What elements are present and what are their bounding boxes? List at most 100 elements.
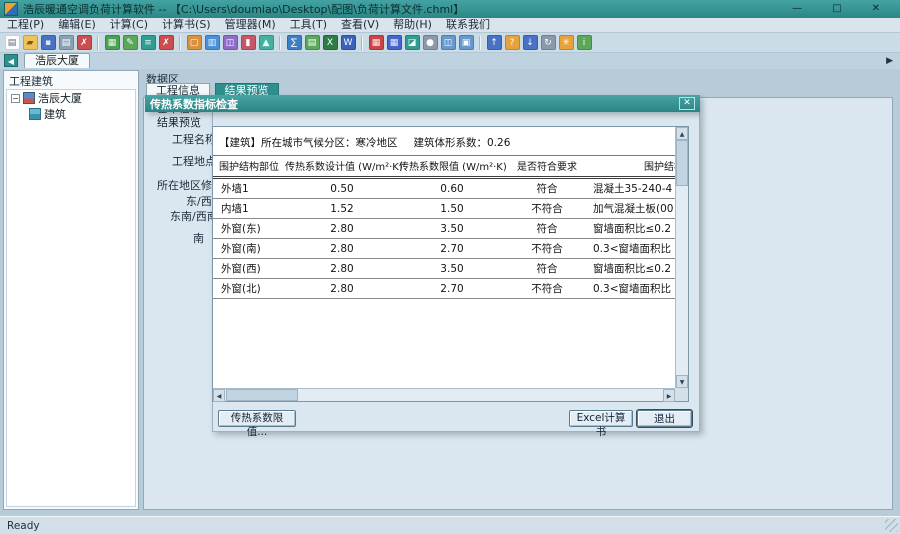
table-cell: 0.60 [399, 178, 505, 199]
table-cell: 符合 [505, 178, 589, 199]
menu-item[interactable]: 工程(P) [0, 18, 51, 32]
tree-node-project[interactable]: − 浩辰大厦 [7, 90, 135, 106]
remove-icon[interactable]: ✗ [159, 35, 174, 50]
window-tile-icon[interactable]: ▣ [459, 35, 474, 50]
structure-icon [29, 108, 41, 120]
tree-node-building[interactable]: 建筑 [7, 106, 135, 122]
tree-node-label: 建筑 [44, 106, 66, 122]
menu-item[interactable]: 计算书(S) [155, 18, 218, 32]
grid-blue-icon[interactable]: ▦ [387, 35, 402, 50]
sun-icon[interactable]: ✳ [559, 35, 574, 50]
door-icon[interactable]: ▮ [241, 35, 256, 50]
heat-coefficient-limit-button[interactable]: 传热系数限值... [218, 410, 296, 427]
scroll-up-icon[interactable]: ▲ [676, 127, 688, 140]
app-icon [4, 2, 18, 16]
table-cell: 1.50 [399, 199, 505, 219]
table-cell: 窗墙面积比≤0.2 [589, 219, 675, 239]
table-cell: 不符合 [505, 199, 589, 219]
calc-icon[interactable]: ≡ [141, 35, 156, 50]
report-icon[interactable]: ▤ [305, 35, 320, 50]
chart-icon[interactable]: ◪ [405, 35, 420, 50]
resize-grip[interactable] [885, 519, 898, 532]
help-icon[interactable]: ? [505, 35, 520, 50]
table-row[interactable]: 外窗(南)2.802.70不符合0.3<窗墙面积比 [213, 239, 675, 259]
table-cell: 外窗(南) [213, 239, 285, 259]
dialog-close-icon[interactable]: ✕ [679, 97, 695, 110]
excel-report-button[interactable]: Excel计算书 [569, 410, 633, 427]
document-tab[interactable]: 浩辰大厦 [24, 53, 90, 68]
save-icon[interactable]: ▪ [41, 35, 56, 50]
word-icon[interactable]: W [341, 35, 356, 50]
menu-item[interactable]: 计算(C) [103, 18, 155, 32]
edit-icon[interactable]: ✎ [123, 35, 138, 50]
building-manage-icon[interactable]: ▦ [105, 35, 120, 50]
table-cell: 2.70 [399, 239, 505, 259]
load-calc-icon[interactable]: ∑ [287, 35, 302, 50]
menu-item[interactable]: 工具(T) [283, 18, 334, 32]
scroll-down-icon[interactable]: ▼ [676, 375, 688, 388]
toolbar-separator [97, 36, 99, 50]
table-header-row: 围护结构部位传热系数设计值 (W/m²·K)传热系数限值 (W/m²·K)是否符… [213, 156, 675, 178]
vertical-scrollbar[interactable]: ▲ ▼ [675, 127, 688, 388]
table-cell: 0.3<窗墙面积比 [589, 279, 675, 299]
info-icon[interactable]: i [577, 35, 592, 50]
scroll-left-icon[interactable]: ◀ [213, 389, 225, 402]
down-icon[interactable]: ↓ [523, 35, 538, 50]
window-title: 浩辰暖通空调负荷计算软件 -- 【C:\Users\doumiao\Deskto… [23, 1, 464, 17]
table-cell: 内墙1 [213, 199, 285, 219]
collapse-sidebar-icon[interactable]: ◀ [4, 54, 18, 67]
table-header-cell: 传热系数设计值 (W/m²·K) [285, 156, 399, 178]
toolbar-separator [361, 36, 363, 50]
table-cell: 3.50 [399, 259, 505, 279]
table-cell: 不符合 [505, 279, 589, 299]
window-icon[interactable]: ◫ [223, 35, 238, 50]
roof-icon[interactable]: ▲ [259, 35, 274, 50]
wall-icon[interactable]: ▥ [205, 35, 220, 50]
tab-overflow-icon[interactable]: ▶ [886, 56, 893, 66]
room-icon[interactable]: ▢ [187, 35, 202, 50]
table-row[interactable]: 外窗(北)2.802.70不符合0.3<窗墙面积比 [213, 279, 675, 299]
form-label: 东南/西南 [170, 208, 218, 224]
settings-icon[interactable]: ● [423, 35, 438, 50]
minimize-icon[interactable]: — [792, 1, 802, 17]
status-text: Ready [0, 520, 40, 532]
excel-icon[interactable]: X [323, 35, 338, 50]
table-cell: 外窗(北) [213, 279, 285, 299]
close-icon[interactable]: ✕ [872, 1, 880, 17]
menu-item[interactable]: 编辑(E) [51, 18, 103, 32]
menu-item[interactable]: 管理器(M) [218, 18, 283, 32]
title-bar[interactable]: 浩辰暖通空调负荷计算软件 -- 【C:\Users\doumiao\Deskto… [0, 0, 900, 18]
window-cascade-icon[interactable]: ◫ [441, 35, 456, 50]
dialog-title-bar[interactable]: 传热系数指标检查 ✕ [145, 95, 700, 112]
table-row[interactable]: 外窗(西)2.803.50符合窗墙面积比≤0.2 [213, 259, 675, 279]
toolbar-separator [279, 36, 281, 50]
form-label: 东/西 [186, 193, 212, 209]
menu-item[interactable]: 查看(V) [334, 18, 386, 32]
new-file-icon[interactable]: ▤ [5, 35, 20, 50]
table-row[interactable]: 外墙10.500.60符合混凝土35-240-4 [213, 178, 675, 199]
exit-button[interactable]: 退出 [637, 410, 692, 427]
building-icon [23, 92, 35, 104]
table-cell: 符合 [505, 219, 589, 239]
menu-item[interactable]: 联系我们 [439, 18, 497, 32]
delete-file-icon[interactable]: ✗ [77, 35, 92, 50]
open-folder-icon[interactable]: ▰ [23, 35, 38, 50]
menu-item[interactable]: 帮助(H) [386, 18, 439, 32]
table-row[interactable]: 外窗(东)2.803.50符合窗墙面积比≤0.2 [213, 219, 675, 239]
grid-red-icon[interactable]: ▦ [369, 35, 384, 50]
maximize-icon[interactable]: □ [832, 1, 841, 17]
table-row[interactable]: 内墙11.521.50不符合加气混凝土板(00 [213, 199, 675, 219]
print-icon[interactable]: ▤ [59, 35, 74, 50]
horizontal-scrollbar[interactable]: ◀ ▶ [213, 388, 675, 401]
table-cell: 2.80 [285, 259, 399, 279]
table-cell: 2.80 [285, 219, 399, 239]
table-header-cell: 围护结构 [589, 156, 675, 178]
up-icon[interactable]: ↑ [487, 35, 502, 50]
horizontal-scroll-thumb[interactable] [226, 389, 298, 401]
scroll-right-icon[interactable]: ▶ [663, 389, 675, 402]
vertical-scroll-thumb[interactable] [676, 140, 688, 186]
toolbar-separator [179, 36, 181, 50]
refresh-icon[interactable]: ↻ [541, 35, 556, 50]
project-tree: − 浩辰大厦 建筑 [6, 89, 136, 507]
collapse-node-icon[interactable]: − [11, 94, 20, 103]
